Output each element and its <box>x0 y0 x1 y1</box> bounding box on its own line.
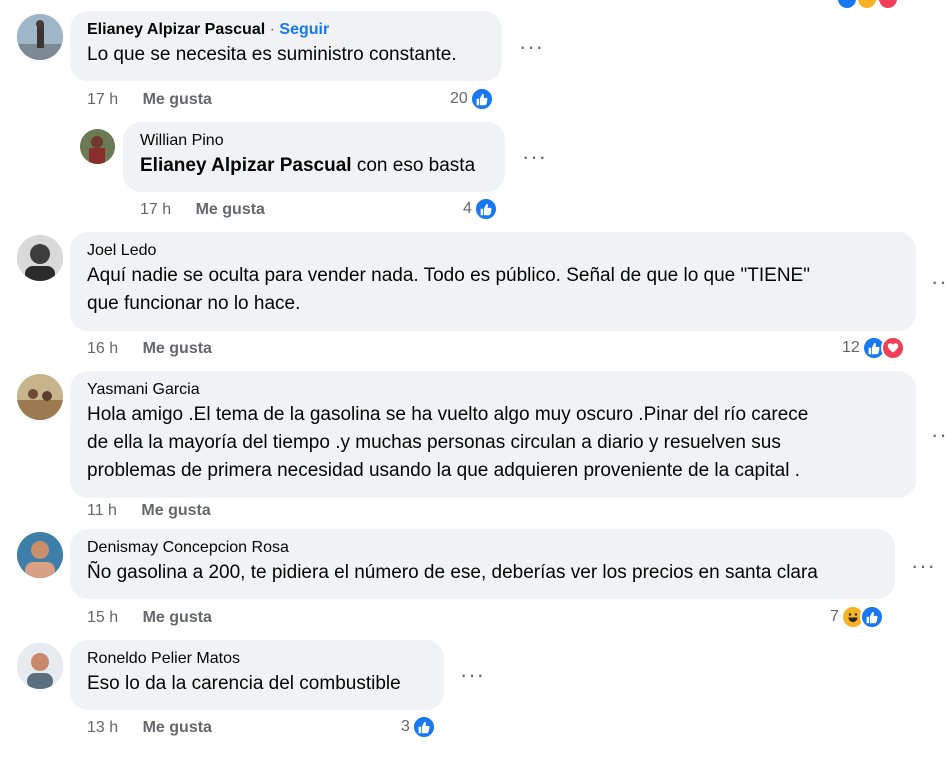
avatar[interactable] <box>17 532 63 578</box>
comment-author[interactable]: Denismay Concepcion Rosa <box>87 537 878 559</box>
comment-text-line: que funcionar no lo hace. <box>87 293 301 314</box>
comment-text: Lo que se necesita es suministro constan… <box>87 44 457 65</box>
comment-bubble: Denismay Concepcion Rosa Ño gasolina a 2… <box>70 529 895 599</box>
top-reaction-cluster <box>836 0 899 15</box>
more-options-button[interactable]: ··· <box>931 271 950 293</box>
like-button[interactable]: Me gusta <box>141 502 210 519</box>
comment-author[interactable]: Joel Ledo <box>87 240 899 262</box>
more-options-button[interactable]: ··· <box>931 424 950 446</box>
comment-text-line: Hola amigo .El tema de la gasolina se ha… <box>87 404 809 425</box>
comment-text-line: de ella la mayoría del tiempo .y muchas … <box>87 432 781 453</box>
avatar[interactable] <box>17 14 63 60</box>
avatar[interactable] <box>80 129 115 164</box>
comment-bubble: Elianey Alpizar Pascual · Seguir Lo que … <box>70 11 502 81</box>
like-icon <box>411 715 436 739</box>
comment-text-line: Aquí nadie se oculta para vender nada. T… <box>87 265 810 286</box>
separator: · <box>269 21 275 38</box>
comment-bubble: Joel Ledo Aquí nadie se oculta para vend… <box>70 232 916 331</box>
timestamp[interactable]: 13 h <box>87 719 118 736</box>
timestamp[interactable]: 15 h <box>87 609 118 626</box>
comment-text: Eso lo da la carencia del combustible <box>87 673 401 694</box>
timestamp[interactable]: 17 h <box>140 201 171 218</box>
follow-button[interactable]: Seguir <box>279 21 329 38</box>
like-button[interactable]: Me gusta <box>143 91 212 108</box>
reaction-count: 4 <box>463 200 472 217</box>
more-options-button[interactable]: ··· <box>460 664 485 686</box>
comment-bubble: Willian Pino Elianey Alpizar Pascual con… <box>123 122 505 192</box>
comment-meta: 16 h Me gusta <box>87 340 212 358</box>
haha-icon <box>856 0 879 10</box>
reaction-summary[interactable]: 7 <box>830 605 884 629</box>
comment-author[interactable]: Elianey Alpizar Pascual <box>87 21 265 38</box>
reaction-summary[interactable]: 3 <box>401 715 436 739</box>
reaction-summary[interactable]: 12 <box>842 336 905 360</box>
mention-link[interactable]: Elianey Alpizar Pascual <box>140 155 352 176</box>
reaction-summary[interactable]: 4 <box>463 197 498 221</box>
more-options-button[interactable]: ··· <box>522 146 547 168</box>
more-options-button[interactable]: ··· <box>519 36 544 58</box>
comment-meta: 17 h Me gusta <box>87 91 212 109</box>
like-button[interactable]: Me gusta <box>143 719 212 736</box>
comment-author[interactable]: Willian Pino <box>140 130 488 152</box>
avatar[interactable] <box>17 235 63 281</box>
reaction-summary[interactable]: 20 <box>450 87 494 111</box>
like-button[interactable]: Me gusta <box>143 340 212 357</box>
reaction-count: 20 <box>450 90 468 107</box>
comment-text-line: problemas de primera necesidad usando la… <box>87 460 800 481</box>
comment-meta: 17 h Me gusta <box>140 201 265 219</box>
timestamp[interactable]: 11 h <box>87 502 117 519</box>
comment-bubble: Roneldo Pelier Matos Eso lo da la carenc… <box>70 640 444 710</box>
like-icon <box>859 605 884 629</box>
love-icon <box>880 336 905 360</box>
comment-text: Ño gasolina a 200, te pidiera el número … <box>87 562 818 583</box>
reaction-count: 7 <box>830 608 839 625</box>
timestamp[interactable]: 17 h <box>87 91 118 108</box>
timestamp[interactable]: 16 h <box>87 340 118 357</box>
comment-author[interactable]: Yasmani Garcia <box>87 379 899 401</box>
more-options-button[interactable]: ··· <box>911 555 936 577</box>
like-button[interactable]: Me gusta <box>143 609 212 626</box>
like-icon <box>469 87 494 111</box>
comment-meta: 11 h Me gusta <box>87 502 211 520</box>
comment-meta: 15 h Me gusta <box>87 609 212 627</box>
comment-bubble: Yasmani Garcia Hola amigo .El tema de la… <box>70 371 916 498</box>
avatar[interactable] <box>17 643 63 689</box>
love-icon <box>876 0 899 10</box>
comment-text: con eso basta <box>351 155 476 176</box>
like-icon <box>836 0 858 10</box>
reaction-count: 12 <box>842 339 860 356</box>
comment-meta: 13 h Me gusta <box>87 719 212 737</box>
like-button[interactable]: Me gusta <box>196 201 265 218</box>
avatar[interactable] <box>17 374 63 420</box>
comment-author[interactable]: Roneldo Pelier Matos <box>87 648 427 670</box>
reaction-count: 3 <box>401 718 410 735</box>
like-icon <box>473 197 498 221</box>
